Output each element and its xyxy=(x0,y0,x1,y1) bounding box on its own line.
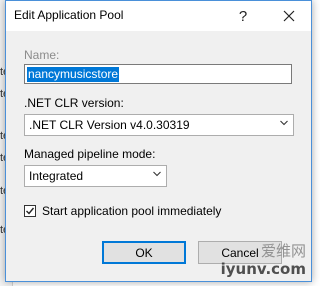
chevron-down-icon xyxy=(153,171,161,177)
chevron-down-icon xyxy=(280,120,288,126)
pipeline-mode-label: Managed pipeline mode: xyxy=(24,147,156,161)
dialog-title: Edit Application Pool xyxy=(14,8,124,22)
checkmark-icon xyxy=(26,207,35,215)
name-value-selected: nancymusicstore xyxy=(27,67,120,82)
name-label: Name: xyxy=(24,48,60,62)
edit-application-pool-dialog: Edit Application Pool ? Name: nancymusic… xyxy=(5,0,312,282)
close-icon xyxy=(283,10,295,22)
clr-version-select[interactable]: .NET CLR Version v4.0.30319 xyxy=(24,114,294,136)
help-button[interactable]: ? xyxy=(221,1,265,31)
start-immediately-label: Start application pool immediately xyxy=(42,204,222,218)
start-immediately-checkbox[interactable] xyxy=(24,205,36,217)
name-field[interactable]: nancymusicstore xyxy=(24,64,292,84)
clr-version-label: .NET CLR version: xyxy=(24,96,124,110)
ok-button[interactable]: OK xyxy=(102,241,186,264)
cancel-button[interactable]: Cancel xyxy=(198,241,282,264)
pipeline-mode-value: Integrated xyxy=(29,169,84,183)
close-button[interactable] xyxy=(267,1,311,31)
pipeline-mode-select[interactable]: Integrated xyxy=(24,165,167,187)
title-bar[interactable]: Edit Application Pool ? xyxy=(6,1,311,31)
start-immediately-row[interactable]: Start application pool immediately xyxy=(24,204,221,218)
clr-version-value: .NET CLR Version v4.0.30319 xyxy=(29,118,190,132)
